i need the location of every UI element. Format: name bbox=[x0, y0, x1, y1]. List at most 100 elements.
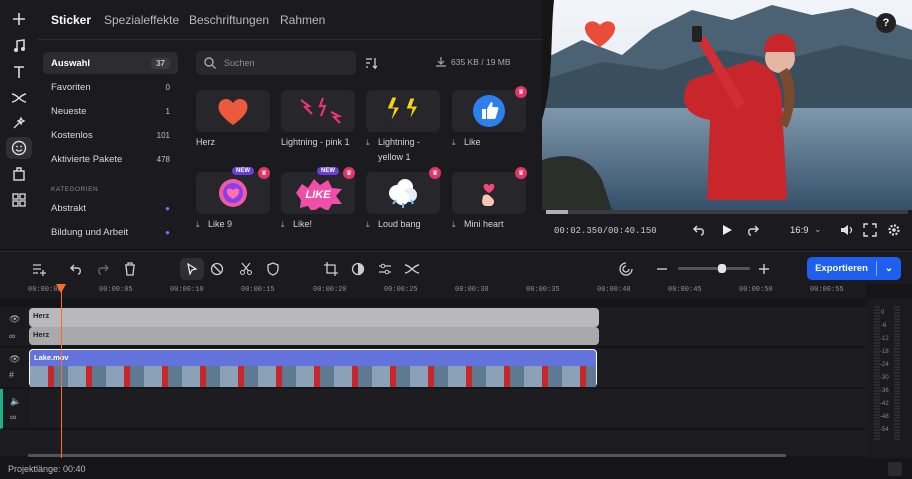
sidebar-item-auswahl[interactable]: Auswahl 37 bbox=[43, 52, 178, 74]
razor-mode-icon[interactable] bbox=[209, 261, 225, 277]
sidebar-item-abstrakt[interactable]: Abstrakt ● bbox=[43, 197, 178, 219]
plugin-icon[interactable] bbox=[6, 163, 32, 185]
zoom-out-icon[interactable] bbox=[654, 261, 670, 277]
settings-gear-icon[interactable] bbox=[887, 223, 901, 240]
sticker-card-like[interactable] bbox=[452, 90, 526, 132]
sort-icon[interactable] bbox=[364, 56, 378, 73]
adjust-sliders-icon[interactable] bbox=[377, 261, 393, 277]
track-header: 🔈 ∞ bbox=[3, 389, 29, 428]
video-clip[interactable]: Lake.mov bbox=[29, 349, 597, 387]
zoom-in-icon[interactable] bbox=[756, 261, 772, 277]
effects-icon[interactable] bbox=[6, 112, 32, 134]
search-placeholder: Suchen bbox=[224, 58, 255, 68]
horizontal-scrollbar[interactable] bbox=[28, 454, 786, 457]
empty-track bbox=[0, 430, 866, 457]
playback-progress-fill bbox=[546, 210, 568, 214]
sticker-card-loud-bang[interactable] bbox=[366, 172, 440, 214]
templates-icon[interactable] bbox=[6, 189, 32, 211]
eye-icon[interactable]: 👁 bbox=[9, 354, 20, 365]
text-icon[interactable] bbox=[6, 61, 32, 83]
sticker-clip[interactable]: Herz bbox=[29, 327, 599, 345]
download-icon[interactable]: ⤓ bbox=[452, 138, 456, 148]
count-badge: 0 bbox=[165, 82, 170, 92]
grid-icon[interactable]: # bbox=[9, 370, 14, 380]
playhead-handle[interactable] bbox=[56, 284, 66, 293]
volume-icon[interactable] bbox=[839, 223, 853, 240]
video-preview[interactable]: ? bbox=[542, 0, 912, 210]
link-icon[interactable]: ∞ bbox=[10, 412, 16, 422]
sticker-card-lightning-pink[interactable] bbox=[281, 90, 355, 132]
aspect-ratio-select[interactable]: 16:9 bbox=[790, 225, 809, 236]
sidebar-item-neueste[interactable]: Neueste 1 bbox=[43, 100, 178, 122]
undo-step-icon[interactable] bbox=[692, 223, 706, 240]
search-input[interactable]: Suchen bbox=[196, 51, 356, 75]
ruler-tick: 00:00:45 bbox=[668, 286, 702, 294]
download-icon[interactable]: ⤓ bbox=[366, 220, 370, 230]
transition-icon[interactable] bbox=[404, 261, 420, 277]
delete-icon[interactable] bbox=[122, 261, 138, 277]
storage-info: 635 KB / 19 MB bbox=[436, 57, 511, 67]
clip-name: Lake.mov bbox=[34, 353, 69, 362]
download-icon[interactable]: ⤓ bbox=[281, 220, 285, 230]
sticker-card-lightning-yellow[interactable] bbox=[366, 90, 440, 132]
resize-handle[interactable] bbox=[888, 462, 902, 476]
ruler-tick: 00:00:35 bbox=[526, 286, 560, 294]
ruler-tick: 00:00:05 bbox=[99, 286, 133, 294]
sticker-card-herz[interactable] bbox=[196, 90, 270, 132]
color-adjust-icon[interactable] bbox=[350, 261, 366, 277]
download-icon[interactable]: ⤓ bbox=[366, 138, 370, 148]
sticker-icon[interactable] bbox=[6, 137, 32, 159]
redo-icon[interactable] bbox=[95, 261, 111, 277]
zoom-slider[interactable] bbox=[678, 264, 750, 273]
speaker-icon[interactable]: 🔈 bbox=[10, 396, 21, 407]
fullscreen-icon[interactable] bbox=[863, 223, 877, 240]
sticker-card-like-burst[interactable]: LIKE bbox=[281, 172, 355, 214]
sticker-label: Like! bbox=[293, 219, 313, 229]
export-button[interactable]: Exportieren ⌄ bbox=[807, 257, 901, 280]
zoom-slider-handle[interactable] bbox=[718, 264, 726, 273]
eye-icon[interactable]: 👁 bbox=[9, 314, 20, 325]
transition-icon[interactable] bbox=[6, 87, 32, 109]
count-badge: 37 bbox=[151, 57, 170, 69]
track-header: 👁 # bbox=[0, 348, 26, 387]
chevron-down-icon[interactable]: ⌄ bbox=[814, 224, 822, 235]
play-icon[interactable] bbox=[720, 223, 734, 240]
scissors-icon[interactable] bbox=[238, 261, 254, 277]
sticker-track: 👁 ∞ Herz Herz bbox=[0, 307, 866, 347]
sidebar-item-kostenlos[interactable]: Kostenlos 101 bbox=[43, 124, 178, 146]
tab-spezialeffekte[interactable]: Spezialeffekte bbox=[104, 13, 179, 27]
tab-rahmen[interactable]: Rahmen bbox=[280, 13, 325, 27]
help-button[interactable]: ? bbox=[876, 13, 896, 33]
sidebar-item-bildung-und-arbeit[interactable]: Bildung und Arbeit ● bbox=[43, 221, 178, 243]
mask-shield-icon[interactable] bbox=[265, 261, 281, 277]
playback-controls: 00:02.350/00:40.150 16:9 ⌄ bbox=[542, 210, 912, 249]
ruler-tick: 00:00:20 bbox=[313, 286, 347, 294]
ruler-tick: 00:00:30 bbox=[455, 286, 489, 294]
sticker-card-like-9[interactable] bbox=[196, 172, 270, 214]
snap-icon[interactable] bbox=[618, 261, 634, 277]
download-icon[interactable]: ⤓ bbox=[452, 220, 456, 230]
redo-step-icon[interactable] bbox=[746, 223, 760, 240]
link-icon[interactable]: ∞ bbox=[9, 331, 15, 341]
sticker-card-mini-heart[interactable] bbox=[452, 172, 526, 214]
left-toolbar bbox=[0, 0, 37, 249]
ruler-tick: 00:00:10 bbox=[170, 286, 204, 294]
tab-beschriftungen[interactable]: Beschriftungen bbox=[189, 13, 269, 27]
sidebar-item-favoriten[interactable]: Favoriten 0 bbox=[43, 76, 178, 98]
timeline-ruler[interactable]: 00:00:00 00:00:05 00:00:10 00:00:15 00:0… bbox=[0, 284, 866, 298]
playhead[interactable] bbox=[61, 284, 62, 458]
chevron-down-icon[interactable]: ⌄ bbox=[877, 263, 901, 274]
add-track-icon[interactable] bbox=[31, 261, 47, 277]
tab-sticker[interactable]: Sticker bbox=[51, 13, 91, 27]
add-media-icon[interactable] bbox=[6, 8, 32, 30]
crop-icon[interactable] bbox=[323, 261, 339, 277]
ruler-tick: 00:00:15 bbox=[241, 286, 275, 294]
sidebar-item-aktivierte-pakete[interactable]: Aktivierte Pakete 478 bbox=[43, 148, 178, 170]
undo-icon[interactable] bbox=[68, 261, 84, 277]
select-tool-icon[interactable] bbox=[180, 258, 204, 280]
sticker-clip[interactable]: Herz bbox=[29, 308, 599, 327]
music-icon[interactable] bbox=[6, 35, 32, 57]
download-icon[interactable]: ⤓ bbox=[196, 220, 200, 230]
playback-progress-track[interactable] bbox=[546, 210, 908, 214]
ruler-tick: 00:00:50 bbox=[739, 286, 773, 294]
